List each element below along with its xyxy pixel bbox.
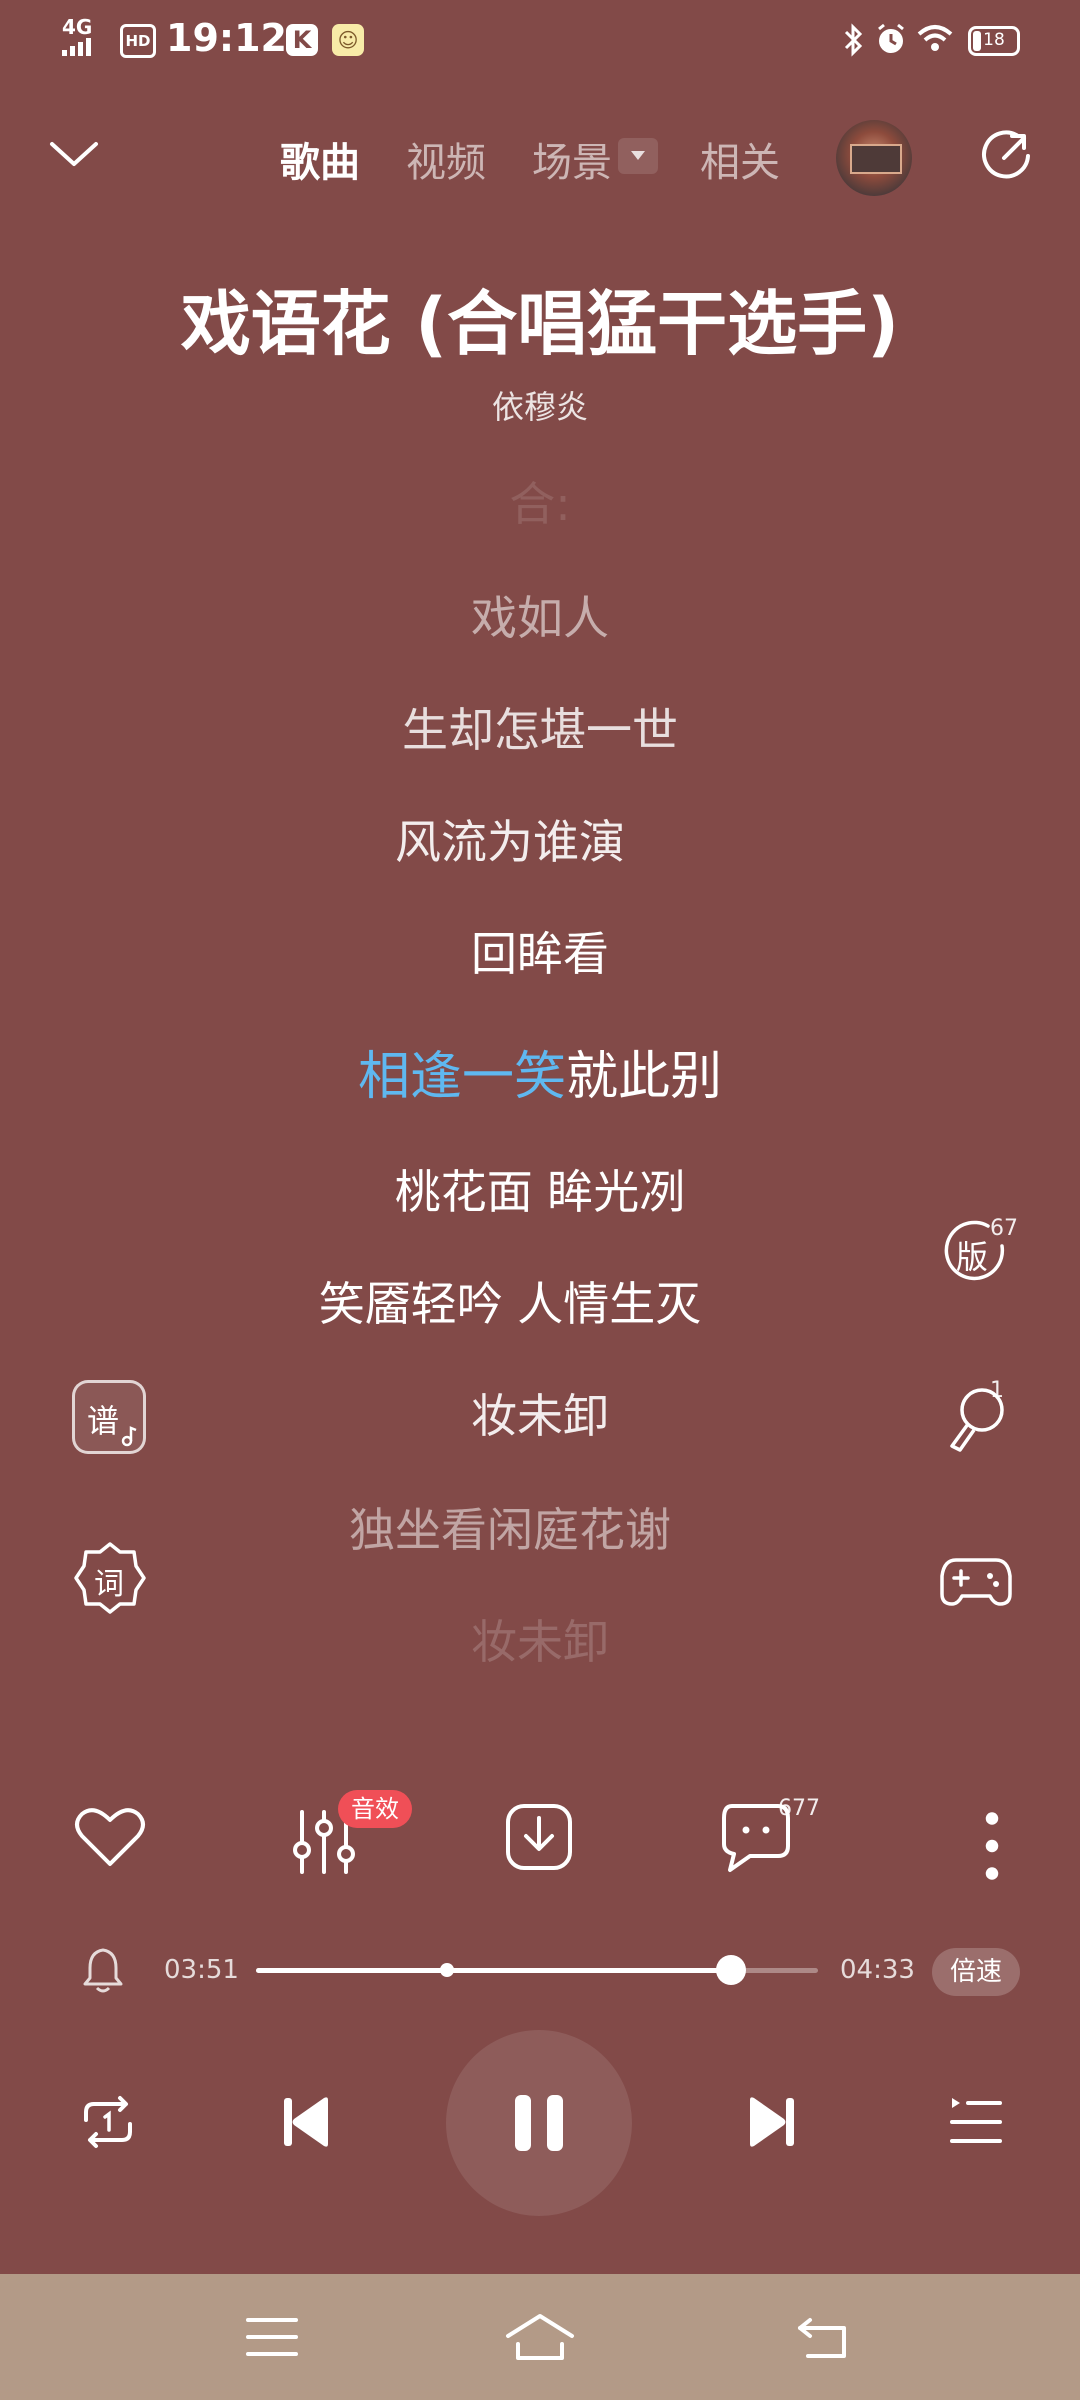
clock: 19:12 <box>166 16 287 60</box>
sing-mic-icon[interactable] <box>944 1384 1020 1460</box>
network-indicator: 4G <box>62 15 93 56</box>
menu-icon[interactable] <box>244 2314 300 2360</box>
sleep-timer-bell-icon[interactable] <box>80 1944 126 1994</box>
version-label: 版 <box>956 1238 989 1276</box>
signal-icon <box>62 38 92 56</box>
lyric-line[interactable]: 风流为谁演 <box>0 806 1050 872</box>
next-track-icon[interactable] <box>744 2094 800 2150</box>
network-type: 4G <box>62 15 93 39</box>
current-time: 03:51 <box>164 1955 239 1985</box>
like-heart-icon[interactable] <box>70 1798 150 1878</box>
tab-songs[interactable]: 歌曲 <box>280 130 360 188</box>
comment-count: 677 <box>778 1796 820 1821</box>
music-note-icon <box>121 1426 137 1447</box>
lyric-line[interactable]: 回眸看 <box>0 918 1080 984</box>
back-icon[interactable] <box>796 2314 852 2362</box>
collapse-chevron-icon[interactable] <box>48 134 100 174</box>
caret-down-icon <box>631 151 645 160</box>
progress-track[interactable] <box>256 1955 818 1985</box>
lyric-line[interactable]: 笑靥轻吟 人情生灭 <box>0 1268 1050 1334</box>
download-icon[interactable] <box>500 1798 580 1878</box>
lyric-line[interactable]: 戏如人 <box>0 582 1080 648</box>
battery-level: 18 <box>983 30 1005 50</box>
repeat-one-icon[interactable] <box>76 2090 140 2154</box>
buffer-marker <box>440 1963 455 1977</box>
lyric-line[interactable]: 妆未卸 <box>0 1606 1080 1672</box>
share-icon[interactable] <box>978 128 1034 184</box>
lyric-line-current[interactable]: 相逢一笑就此别 <box>0 1034 1080 1109</box>
system-nav-bar <box>0 2274 1080 2400</box>
progress-fill <box>256 1968 732 1973</box>
version-count: 67 <box>990 1216 1018 1241</box>
wifi-icon <box>917 25 953 51</box>
speed-button[interactable]: 倍速 <box>932 1948 1020 1996</box>
home-icon[interactable] <box>504 2310 576 2364</box>
artist-name[interactable]: 依穆炎 <box>0 382 1080 428</box>
pause-icon <box>515 2095 563 2151</box>
total-time: 04:33 <box>840 1955 915 1985</box>
playlist-icon[interactable] <box>946 2092 1006 2152</box>
play-pause-button[interactable] <box>446 2030 632 2216</box>
alarm-icon <box>878 23 904 53</box>
lyric-line[interactable]: 妆未卸 <box>0 1380 1080 1446</box>
sheet-music-label: 谱 <box>87 1402 120 1440</box>
sheet-music-icon[interactable]: 谱 <box>72 1380 146 1454</box>
status-bar: 4G HD 19:12 K ☺ 18 <box>0 0 1080 84</box>
progress-thumb[interactable] <box>716 1955 747 1985</box>
lyrics-label: 词 <box>94 1567 124 1602</box>
app-k-icon: K <box>286 24 318 56</box>
game-controller-icon[interactable] <box>940 1550 1016 1626</box>
battery-icon: 18 <box>968 26 1020 56</box>
avatar[interactable] <box>836 120 912 196</box>
app-face-icon: ☺ <box>332 24 364 56</box>
lyric-rest: 就此别 <box>566 1047 723 1107</box>
scenes-dropdown[interactable] <box>618 138 658 174</box>
tab-videos[interactable]: 视频 <box>406 130 486 188</box>
lyric-line[interactable]: 生却怎堪一世 <box>0 694 1080 760</box>
song-title: 戏语花 (合唱猛干选手) <box>180 283 900 365</box>
lyric-highlight: 相逢一笑 <box>357 1047 566 1107</box>
previous-track-icon[interactable] <box>278 2094 334 2150</box>
sing-count: 1 <box>990 1378 1004 1403</box>
hd-icon: HD <box>120 24 156 58</box>
lyric-line[interactable]: 独坐看闲庭花谢 <box>0 1494 1050 1560</box>
lyric-line[interactable]: 合: <box>0 468 1080 534</box>
sound-effects-badge[interactable]: 音效 <box>338 1790 412 1828</box>
controller-shape <box>940 1558 1012 1606</box>
lyric-line[interactable]: 桃花面 眸光冽 <box>0 1156 1080 1222</box>
lyrics-icon[interactable]: 词 <box>72 1540 148 1616</box>
more-options-icon[interactable] <box>952 1806 1032 1886</box>
tab-related[interactable]: 相关 <box>700 130 780 188</box>
tab-scenes[interactable]: 场景 <box>532 130 612 188</box>
bluetooth-icon <box>844 23 863 57</box>
